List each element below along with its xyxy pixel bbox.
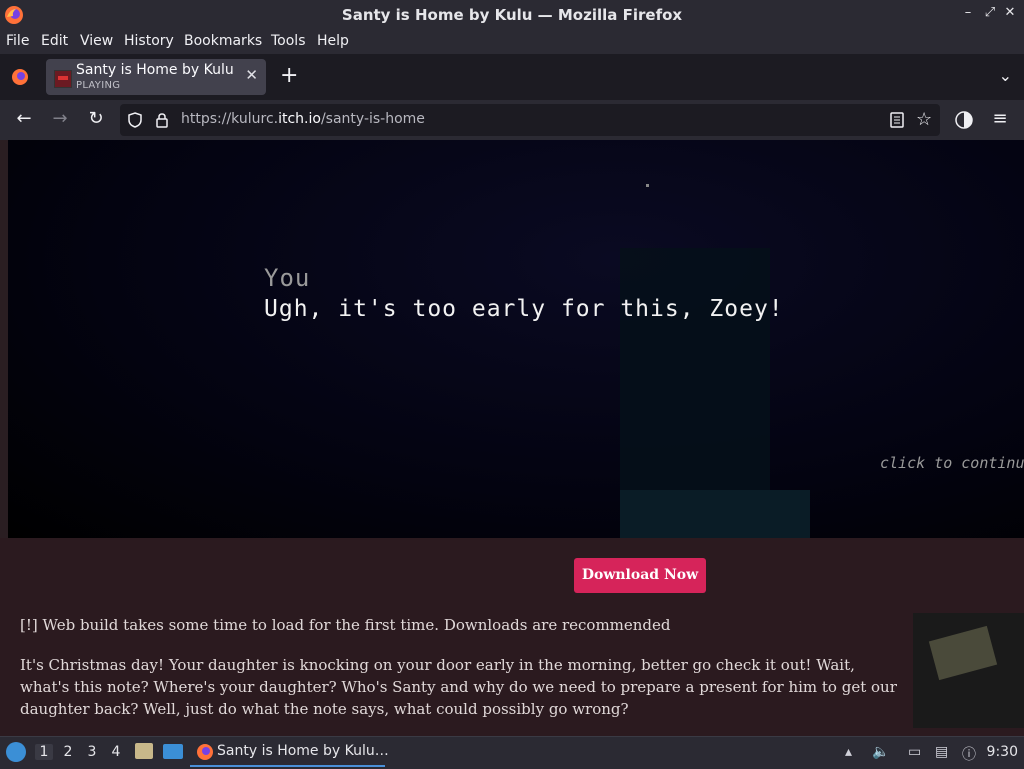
window-title: Santy is Home by Kulu — Mozilla Firefox <box>341 6 683 24</box>
game-canvas[interactable]: You Ugh, it's too early for this, Zoey! … <box>0 140 1024 538</box>
reader-view-icon[interactable] <box>890 112 904 128</box>
hamburger-menu-icon[interactable]: ≡ <box>988 108 1012 129</box>
workspace-3[interactable]: 3 <box>83 744 101 760</box>
menu-bookmarks[interactable]: Bookmarks <box>184 33 262 49</box>
menu-bar: File Edit View History Bookmarks Tools H… <box>0 30 1024 54</box>
notification-icon[interactable]: ⓘ <box>962 744 976 764</box>
game-ceiling-dot <box>646 184 649 187</box>
window-titlebar: Santy is Home by Kulu — Mozilla Firefox … <box>0 0 1024 30</box>
menu-history[interactable]: History <box>124 33 174 49</box>
firefox-view-icon[interactable] <box>10 67 30 87</box>
lock-icon[interactable] <box>155 112 169 128</box>
bookmark-star-icon[interactable]: ☆ <box>916 109 932 130</box>
new-tab-icon[interactable]: + <box>280 63 298 88</box>
url-bar[interactable]: https://kulurc.itch.io/santy-is-home ☆ <box>120 104 940 136</box>
forward-icon[interactable]: → <box>48 108 72 129</box>
game-background <box>8 140 1024 538</box>
game-page-content: Download Now [!] Web build takes some ti… <box>0 538 1024 736</box>
navigation-bar: ← → ↻ https://kulurc.itch.io/santy-is-ho… <box>0 100 1024 140</box>
dialogue-speaker: You <box>264 264 311 292</box>
workspace-4[interactable]: 4 <box>107 744 125 760</box>
menu-view[interactable]: View <box>80 33 113 49</box>
workspace-1[interactable]: 1 <box>35 744 53 760</box>
tab-title: Santy is Home by Kulu <box>76 62 234 78</box>
reload-icon[interactable]: ↻ <box>84 108 108 129</box>
clock: 9:30 <box>986 744 1018 760</box>
taskbar-app-label: Santy is Home by Kulu… <box>217 743 389 759</box>
restore-icon[interactable]: ⤢ <box>980 5 1000 20</box>
desktop-icon[interactable] <box>163 744 183 759</box>
tab-playing-status: PLAYING <box>76 80 121 91</box>
tab-close-icon[interactable]: ✕ <box>245 66 258 84</box>
menu-tools[interactable]: Tools <box>271 33 306 49</box>
clipboard-icon[interactable]: ▤ <box>935 744 948 760</box>
workspace-2[interactable]: 2 <box>59 744 77 760</box>
download-now-button[interactable]: Download Now <box>574 558 706 593</box>
favicon-icon <box>54 70 72 88</box>
minimize-icon[interactable]: – <box>958 5 978 20</box>
game-left-border <box>0 140 8 538</box>
close-window-icon[interactable]: ✕ <box>1000 5 1020 20</box>
tab-santy-is-home[interactable]: Santy is Home by Kulu PLAYING ✕ <box>46 59 266 95</box>
start-menu-icon[interactable] <box>6 742 26 762</box>
back-icon[interactable]: ← <box>12 108 36 129</box>
screenshot-thumbnail[interactable] <box>913 613 1024 728</box>
system-taskbar: 1 2 3 4 Santy is Home by Kulu… ▴ 🔈 ▭ ▤ ⓘ… <box>0 736 1024 769</box>
taskbar-firefox-app[interactable]: Santy is Home by Kulu… <box>190 739 389 767</box>
network-icon[interactable]: ▭ <box>908 744 921 760</box>
menu-file[interactable]: File <box>6 33 29 49</box>
dialogue-text: Ugh, it's too early for this, Zoey! <box>264 296 784 322</box>
continue-hint: click to continue <box>880 454 1024 472</box>
volume-icon[interactable]: 🔈 <box>872 744 889 760</box>
tab-bar: Santy is Home by Kulu PLAYING ✕ + ⌄ <box>0 54 1024 100</box>
menu-edit[interactable]: Edit <box>41 33 68 49</box>
url-text[interactable]: https://kulurc.itch.io/santy-is-home <box>181 111 425 127</box>
game-description: It's Christmas day! Your daughter is kno… <box>20 656 897 718</box>
account-icon[interactable] <box>954 110 974 130</box>
web-build-notice: [!] Web build takes some time to load fo… <box>20 616 671 634</box>
tray-up-icon[interactable]: ▴ <box>845 744 852 760</box>
firefox-icon <box>197 744 213 760</box>
chevron-down-icon[interactable]: ⌄ <box>999 66 1012 85</box>
shield-icon[interactable] <box>127 112 143 128</box>
file-manager-icon[interactable] <box>135 743 153 759</box>
game-floor-light <box>620 490 810 538</box>
menu-help[interactable]: Help <box>317 33 349 49</box>
